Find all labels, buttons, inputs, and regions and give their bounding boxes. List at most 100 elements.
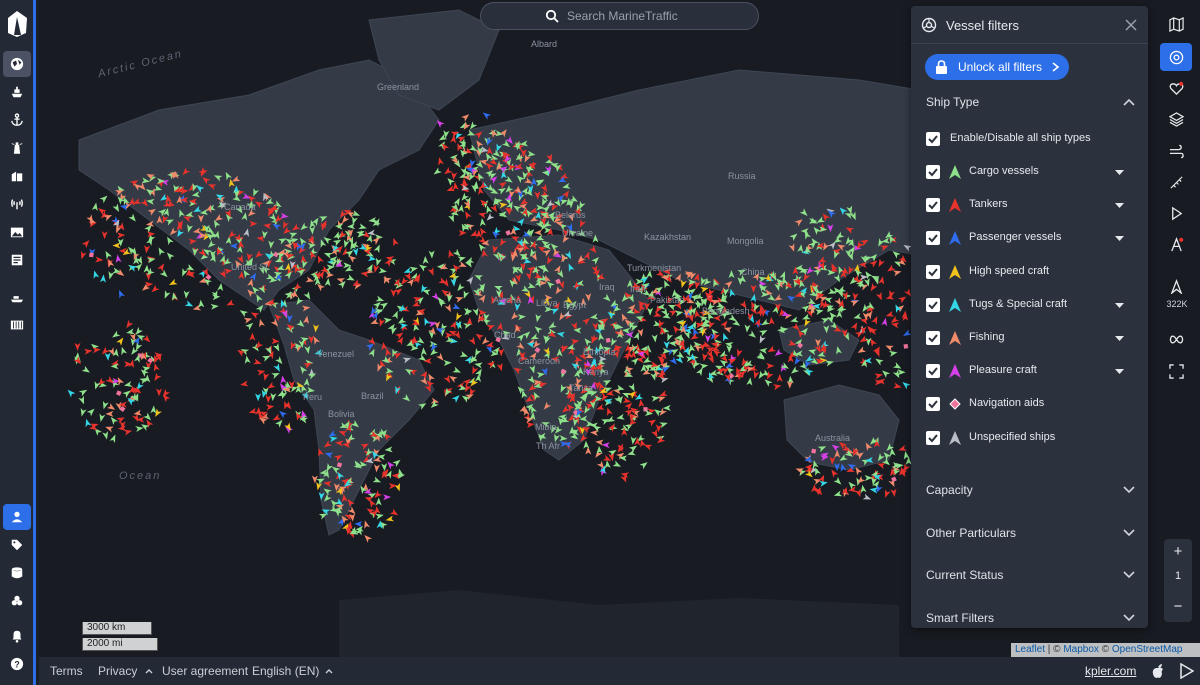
search-bar[interactable] xyxy=(480,2,759,30)
nav-database[interactable] xyxy=(3,560,31,586)
vessel-marker[interactable] xyxy=(347,223,356,230)
vessel-marker[interactable] xyxy=(901,380,911,390)
vessel-marker[interactable] xyxy=(651,334,659,343)
vessel-marker[interactable] xyxy=(253,340,264,351)
chevron-up-icon[interactable] xyxy=(145,668,153,674)
nav-companies[interactable] xyxy=(3,163,31,189)
vessel-marker[interactable] xyxy=(108,415,119,425)
vessel-marker[interactable] xyxy=(627,449,636,458)
vessel-marker[interactable] xyxy=(369,318,380,326)
vessel-marker[interactable] xyxy=(373,243,383,254)
vessel-marker[interactable] xyxy=(378,267,388,274)
vessel-marker[interactable] xyxy=(152,372,162,383)
vessel-marker[interactable] xyxy=(669,356,679,367)
terms-link[interactable]: Terms xyxy=(50,664,83,678)
ship-type-row[interactable]: Cargo vessels xyxy=(926,162,1136,182)
vessel-marker[interactable] xyxy=(323,250,333,259)
vessel-marker[interactable] xyxy=(601,442,610,449)
vessel-marker[interactable] xyxy=(249,332,256,341)
vessel-marker[interactable] xyxy=(898,294,908,304)
vessel-marker[interactable] xyxy=(665,332,674,343)
vessel-marker[interactable] xyxy=(375,497,382,506)
vessel-marker[interactable] xyxy=(663,340,670,350)
vessel-marker[interactable] xyxy=(881,317,888,327)
vessel-marker[interactable] xyxy=(292,282,302,293)
vessel-marker[interactable] xyxy=(143,245,151,254)
vessel-marker[interactable] xyxy=(143,412,153,423)
vessel-marker[interactable] xyxy=(210,303,220,310)
caret-down-icon[interactable] xyxy=(1115,336,1124,341)
vessel-marker[interactable] xyxy=(114,254,122,263)
vessel-marker[interactable] xyxy=(858,335,869,345)
vessel-marker[interactable] xyxy=(878,276,886,285)
ship-type-row[interactable]: Passenger vessels xyxy=(926,228,1136,248)
vessel-marker[interactable] xyxy=(747,330,758,340)
vessel-marker[interactable] xyxy=(104,424,114,433)
vessel-marker[interactable] xyxy=(880,368,891,378)
vessel-marker[interactable] xyxy=(105,410,114,417)
caret-down-icon[interactable] xyxy=(1115,236,1124,242)
vessel-marker[interactable] xyxy=(354,521,363,528)
vessel-marker[interactable] xyxy=(452,366,462,376)
vessel-marker[interactable] xyxy=(432,167,442,177)
vessel-marker[interactable] xyxy=(647,307,654,316)
unlock-filters-button[interactable]: Unlock all filters xyxy=(925,54,1069,80)
vessel-marker[interactable] xyxy=(277,409,288,419)
vessel-marker[interactable] xyxy=(448,213,456,224)
vessel-marker[interactable] xyxy=(534,229,543,236)
vessel-marker[interactable] xyxy=(362,520,370,529)
vessel-marker[interactable] xyxy=(243,316,253,324)
nav-containers[interactable] xyxy=(3,312,31,338)
vessel-marker[interactable] xyxy=(616,413,625,422)
vessel-marker[interactable] xyxy=(875,291,885,302)
vessel-marker[interactable] xyxy=(83,418,92,428)
vessel-marker[interactable] xyxy=(868,282,878,293)
favorites-button[interactable] xyxy=(1160,74,1192,102)
chevron-down-icon[interactable] xyxy=(1123,529,1135,537)
vessel-marker[interactable] xyxy=(162,290,171,300)
vessel-marker[interactable] xyxy=(479,218,486,227)
checkbox[interactable] xyxy=(926,297,940,312)
zoom-in-button[interactable]: + xyxy=(1164,543,1192,560)
map-style-button[interactable] xyxy=(1160,10,1192,38)
vessel-marker[interactable] xyxy=(91,270,100,279)
vessel-marker[interactable] xyxy=(81,238,92,249)
nav-vessels[interactable] xyxy=(3,79,31,105)
vessel-marker[interactable] xyxy=(704,334,711,343)
weather-button[interactable] xyxy=(1160,137,1192,165)
vessel-marker[interactable] xyxy=(150,284,160,295)
nav-help[interactable]: ? xyxy=(3,651,31,677)
vessel-marker[interactable] xyxy=(240,380,249,387)
nav-stations[interactable] xyxy=(3,191,31,217)
vessel-marker[interactable] xyxy=(362,533,373,543)
vessel-count-button[interactable] xyxy=(1160,272,1192,300)
vessel-marker[interactable] xyxy=(455,283,465,293)
vessel-marker[interactable] xyxy=(744,324,751,333)
vessel-marker[interactable] xyxy=(253,358,262,367)
vessel-marker[interactable] xyxy=(257,318,265,328)
checkbox[interactable] xyxy=(926,132,940,146)
vessel-marker[interactable] xyxy=(346,274,356,283)
nav-live-map[interactable] xyxy=(3,51,31,77)
vessel-marker[interactable] xyxy=(65,388,76,398)
vessel-marker[interactable] xyxy=(103,249,112,260)
caret-down-icon[interactable] xyxy=(1115,302,1124,308)
vessel-marker[interactable] xyxy=(892,362,903,371)
vessel-marker[interactable] xyxy=(377,318,386,327)
vessel-marker[interactable] xyxy=(766,363,775,370)
vessel-marker[interactable] xyxy=(217,282,224,292)
vessel-marker[interactable] xyxy=(394,286,404,296)
checkbox[interactable] xyxy=(926,430,940,445)
vessel-marker[interactable] xyxy=(436,156,445,166)
section-other-particulars[interactable]: Other Particulars xyxy=(926,526,1016,540)
vessel-marker[interactable] xyxy=(897,369,906,376)
vessel-marker[interactable] xyxy=(179,268,189,278)
layers-button[interactable] xyxy=(1160,105,1192,133)
caret-down-icon[interactable] xyxy=(1115,369,1124,375)
vessel-marker[interactable] xyxy=(701,352,709,362)
vessel-marker[interactable] xyxy=(590,429,599,436)
vessel-marker[interactable] xyxy=(850,321,860,331)
vessel-marker[interactable] xyxy=(271,337,280,345)
vessel-marker[interactable] xyxy=(874,356,884,366)
vessel-marker[interactable] xyxy=(477,211,487,219)
